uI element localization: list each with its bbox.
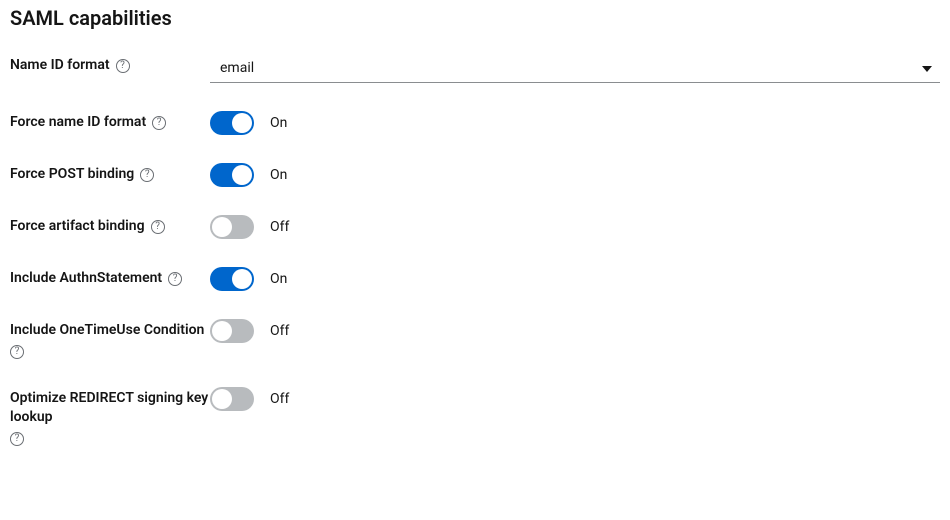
row-optimize-redirect-signing-key-lookup: Optimize REDIRECT signing key lookup ? O… — [10, 387, 940, 446]
control-name-id-format: email — [210, 54, 940, 83]
label-name-id-format: Name ID format ? — [10, 54, 210, 76]
switch-state-label: On — [270, 115, 287, 131]
help-icon[interactable]: ? — [140, 168, 154, 182]
row-force-post-binding: Force POST binding ? On — [10, 163, 940, 187]
switch-knob — [212, 321, 232, 341]
row-force-name-id-format: Force name ID format ? On — [10, 111, 940, 135]
help-icon[interactable]: ? — [116, 59, 130, 73]
force-name-id-format-switch[interactable] — [210, 111, 254, 135]
switch-state-label: On — [270, 167, 287, 183]
row-force-artifact-binding: Force artifact binding ? Off — [10, 215, 940, 239]
label-text: Include AuthnStatement — [10, 269, 162, 289]
force-post-binding-switch[interactable] — [210, 163, 254, 187]
control-force-artifact-binding: Off — [210, 215, 940, 239]
label-text: Name ID format — [10, 56, 110, 76]
label-optimize-redirect-signing-key-lookup: Optimize REDIRECT signing key lookup ? — [10, 387, 210, 446]
control-force-post-binding: On — [210, 163, 940, 187]
row-include-one-time-use-condition: Include OneTimeUse Condition ? Off — [10, 319, 940, 359]
switch-knob — [212, 217, 232, 237]
switch-state-label: On — [270, 271, 287, 287]
include-authn-statement-switch[interactable] — [210, 267, 254, 291]
switch-state-label: Off — [270, 391, 289, 407]
force-artifact-binding-switch[interactable] — [210, 215, 254, 239]
switch-state-label: Off — [270, 323, 289, 339]
control-include-authn-statement: On — [210, 267, 940, 291]
label-include-one-time-use-condition: Include OneTimeUse Condition ? — [10, 319, 210, 359]
label-force-artifact-binding: Force artifact binding ? — [10, 215, 210, 237]
label-text: Force artifact binding — [10, 217, 145, 237]
label-text: Force POST binding — [10, 165, 134, 185]
help-icon[interactable]: ? — [151, 220, 165, 234]
row-name-id-format: Name ID format ? email — [10, 54, 940, 83]
label-text: Force name ID format — [10, 113, 146, 133]
switch-knob — [232, 113, 252, 133]
switch-knob — [232, 165, 252, 185]
label-text: Include OneTimeUse Condition — [10, 321, 204, 341]
control-optimize-redirect-signing-key-lookup: Off — [210, 387, 940, 411]
switch-state-label: Off — [270, 219, 289, 235]
control-force-name-id-format: On — [210, 111, 940, 135]
label-include-authn-statement: Include AuthnStatement ? — [10, 267, 210, 289]
section-title: SAML capabilities — [10, 6, 940, 30]
control-include-one-time-use-condition: Off — [210, 319, 940, 343]
label-force-name-id-format: Force name ID format ? — [10, 111, 210, 133]
label-force-post-binding: Force POST binding ? — [10, 163, 210, 185]
help-icon[interactable]: ? — [152, 116, 166, 130]
optimize-redirect-signing-key-lookup-switch[interactable] — [210, 387, 254, 411]
name-id-format-select[interactable]: email — [210, 54, 940, 83]
help-icon[interactable]: ? — [10, 432, 24, 446]
help-icon[interactable]: ? — [10, 345, 24, 359]
include-one-time-use-condition-switch[interactable] — [210, 319, 254, 343]
select-value: email — [210, 54, 940, 83]
switch-knob — [232, 269, 252, 289]
label-text: Optimize REDIRECT signing key lookup — [10, 389, 210, 428]
help-icon[interactable]: ? — [168, 272, 182, 286]
switch-knob — [212, 389, 232, 409]
row-include-authn-statement: Include AuthnStatement ? On — [10, 267, 940, 291]
